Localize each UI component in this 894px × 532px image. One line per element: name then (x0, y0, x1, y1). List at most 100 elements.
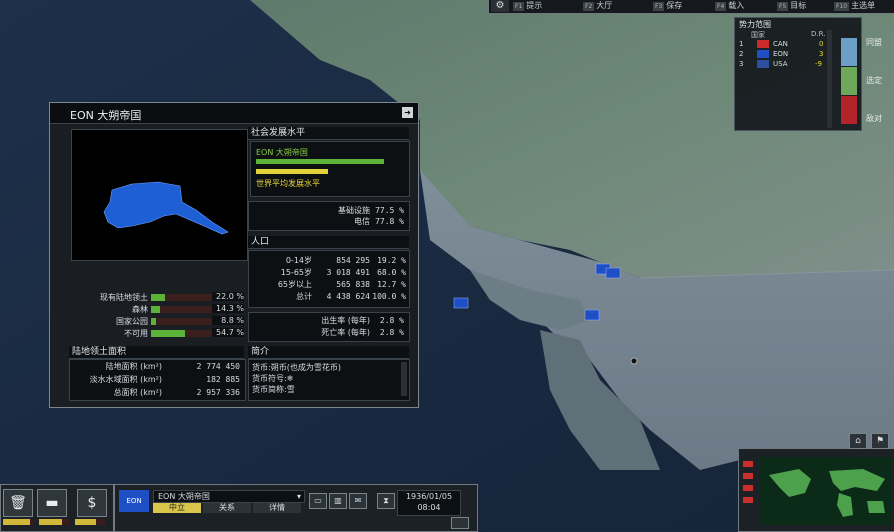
toolbar-save-button[interactable]: F3 保存 (653, 0, 682, 12)
land-row-forest: 森林 14.3 % (132, 304, 244, 314)
death-rate-label: 死亡率 (每年) (321, 328, 370, 337)
toolbar-lobby-button[interactable]: F2 大厅 (583, 0, 612, 12)
home-icon[interactable]: ⌂ (849, 433, 867, 449)
country-flag[interactable]: EON (119, 490, 149, 512)
alert-indicator[interactable] (743, 473, 753, 479)
unit-shortcuts: 🗑 ▬ $ (0, 484, 114, 532)
toolbar-load-button[interactable]: F4 载入 (715, 0, 744, 12)
sphere-of-influence-panel: 势力范围 国家 D.R. 1 CAN 0 2 EON 3 3 USA -9 (734, 17, 862, 131)
game-date: 1936/01/05 (405, 492, 453, 501)
hourglass-icon[interactable]: ⧗ (377, 493, 395, 509)
alaska-silhouette (103, 181, 229, 235)
legend-ally-swatch (841, 38, 857, 66)
pop-age-label: 65岁以上 (277, 280, 312, 289)
sphere-row[interactable]: 3 USA -9 (739, 60, 827, 70)
nation-dev-bar (256, 159, 384, 164)
gear-icon[interactable]: ⚙ (491, 0, 509, 12)
close-icon[interactable]: ➜ (402, 107, 413, 118)
tank-icon[interactable]: ▬ (37, 489, 67, 517)
sphere-scrollbar[interactable] (827, 30, 832, 128)
territory-map (71, 129, 248, 261)
meter-bar (39, 519, 69, 525)
pop-age-pct: 68.0 % (377, 268, 406, 277)
sphere-col-dr: D.R. (811, 30, 826, 38)
minimap[interactable] (759, 457, 891, 525)
freshwater-area-label: 淡水水域面积 (km²) (89, 375, 162, 384)
summary-scrollbar[interactable] (401, 362, 407, 396)
trash-icon[interactable]: 🗑 (3, 489, 33, 517)
area-header: 陆地领土面积 (69, 346, 244, 359)
country-select[interactable]: EON 大朔帝国 ▾ (153, 490, 305, 503)
legend-ally-label: 同盟 (866, 38, 882, 47)
pop-age-label: 15-65岁 (280, 268, 312, 277)
eon-flag-icon (757, 50, 769, 58)
nation-dev-label: EON 大朔帝国 (256, 148, 308, 157)
pop-age-pct: 19.2 % (377, 256, 406, 265)
chevron-down-icon: ▾ (296, 492, 301, 501)
telecom-label: 电信 (354, 217, 370, 226)
population-header: 人口 (248, 236, 409, 249)
tab-details[interactable]: 详情 (253, 503, 301, 513)
money-icon[interactable]: $ (77, 489, 107, 517)
infrastructure-label: 基础设施 (338, 206, 370, 215)
pop-age-value: 565 838 (336, 280, 370, 289)
total-area-label: 总面积 (km²) (113, 388, 162, 397)
freshwater-area-value: 182 885 (206, 375, 240, 384)
toolbar-main-menu-button[interactable]: F10 主选单 (834, 0, 875, 12)
land-area-value: 2 774 450 (196, 362, 240, 371)
summary-line: 货币符号:❄ (252, 374, 294, 383)
menu-icon[interactable] (451, 517, 469, 529)
game-time: 08:04 (417, 503, 441, 512)
monitor-icon[interactable]: ▭ (309, 493, 327, 509)
alert-indicator[interactable] (743, 461, 753, 467)
pop-age-label: 0-14岁 (285, 256, 312, 265)
world-dev-label: 世界平均发展水平 (256, 179, 320, 188)
game-clock: 1936/01/05 08:04 (397, 490, 461, 516)
chart-icon[interactable]: ▥ (329, 493, 347, 509)
pop-age-value: 3 018 491 (326, 268, 370, 277)
tab-relations[interactable]: 关系 (203, 503, 251, 513)
sphere-row[interactable]: 1 CAN 0 (739, 40, 827, 50)
canada-flag-icon (757, 40, 769, 48)
mail-icon[interactable]: ✉ (349, 493, 367, 509)
birth-rate-value: 2.8 % (379, 316, 404, 325)
toolbar-hint-button[interactable]: F1 提示 (513, 0, 542, 12)
sphere-col-country: 国家 (751, 31, 765, 39)
telecom-value: 77.8 % (375, 217, 404, 226)
flag-icon[interactable]: ⚑ (871, 433, 889, 449)
summary-box: 货币:朔币(也成为雪花币) 货币符号:❄ 货币简称:雪 (248, 359, 410, 401)
sphere-row[interactable]: 2 EON 3 (739, 50, 827, 60)
world-dev-bar (256, 169, 328, 174)
land-row-territory: 现有陆地领土 22.0 % (100, 292, 244, 302)
pop-total-label: 总计 (296, 292, 312, 301)
country-info-window: EON 大朔帝国 ➜ 现有陆地领土 22.0 % 森林 14.3 % 国家公园 … (49, 102, 419, 408)
tab-neutral[interactable]: 中立 (153, 503, 201, 513)
land-area-label: 陆地面积 (km²) (105, 362, 162, 371)
meter-bar (75, 519, 105, 525)
land-row-parks: 国家公园 8.8 % (116, 316, 244, 326)
legend-hostile-label: 敌对 (866, 114, 882, 123)
alert-indicator[interactable] (743, 497, 753, 503)
development-chart: EON 大朔帝国 世界平均发展水平 (250, 141, 410, 197)
birth-rate-label: 出生率 (每年) (321, 316, 370, 325)
infrastructure-value: 77.5 % (375, 206, 404, 215)
sphere-title: 势力范围 (739, 20, 771, 29)
top-toolbar: ⚙ F1 提示 F2 大厅 F3 保存 F4 载入 F5 目标 F10 主选单 (488, 0, 894, 14)
pop-total-pct: 100.0 % (372, 292, 406, 301)
summary-header: 简介 (248, 346, 409, 359)
meter-bar (3, 519, 33, 525)
legend-selected-label: 选定 (866, 76, 882, 85)
alert-indicator[interactable] (743, 485, 753, 491)
pop-age-value: 854 295 (336, 256, 370, 265)
social-header: 社会发展水平 (248, 127, 409, 140)
total-area-value: 2 957 336 (196, 388, 240, 397)
window-title: EON 大朔帝国 (70, 109, 142, 122)
legend-selected-swatch (841, 67, 857, 95)
legend-hostile-swatch (841, 96, 857, 124)
country-status-bar: EON EON 大朔帝国 ▾ 中立 关系 详情 ▭ ▥ ✉ ⧗ 1936/01/… (114, 484, 478, 532)
summary-line: 货币简称:雪 (252, 385, 295, 394)
window-title-bar[interactable]: EON 大朔帝国 ➜ (50, 103, 418, 124)
summary-line: 货币:朔币(也成为雪花币) (252, 363, 341, 372)
toolbar-goals-button[interactable]: F5 目标 (777, 0, 806, 12)
death-rate-value: 2.8 % (379, 328, 404, 337)
